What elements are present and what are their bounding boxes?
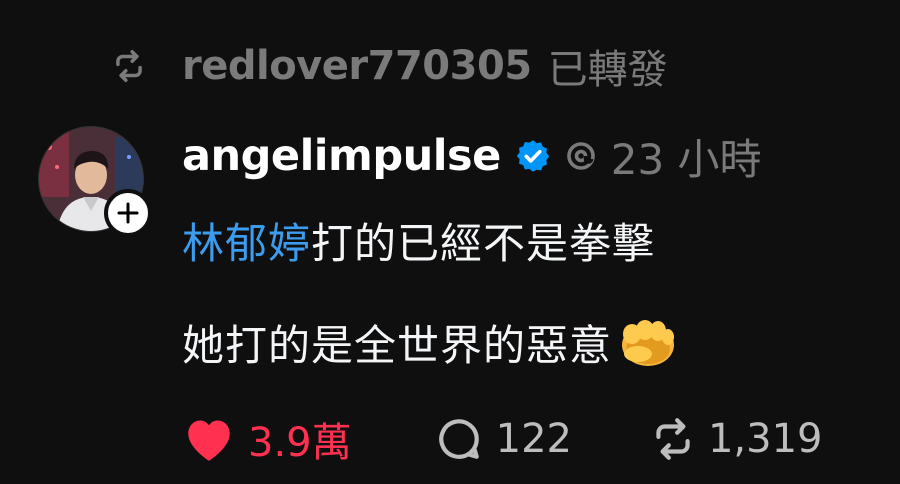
author-username[interactable]: angelimpulse [182, 131, 501, 181]
heart-icon [188, 420, 230, 461]
reply-count: 122 [495, 416, 572, 462]
post-text: 她打的是全世界的惡意 [182, 321, 613, 370]
post-text: 打的已經不是拳擊 [311, 219, 656, 268]
repost-icon [116, 50, 142, 82]
verified-badge-icon [516, 140, 549, 172]
repost-header: redlover770305 已轉發 [110, 38, 668, 94]
mention-link[interactable]: 林郁婷 [182, 219, 311, 268]
repost-count: 1,319 [707, 416, 823, 462]
plus-icon [117, 202, 139, 224]
comment-icon [438, 419, 479, 459]
repost-button[interactable]: 1,319 [648, 414, 823, 464]
fist-emoji-icon [622, 319, 675, 366]
post-timestamp: 23 小時 [610, 134, 762, 184]
post-header: angelimpulse 23 小時 [182, 126, 762, 186]
like-button[interactable]: 3.9萬 [182, 410, 352, 468]
reposter-username[interactable]: redlover770305 [182, 43, 532, 89]
repost-icon [656, 418, 690, 460]
follow-button[interactable] [104, 189, 152, 237]
post-text-line-2: 她打的是全世界的惡意 [182, 312, 676, 373]
post-text-line-1: 林郁婷打的已經不是拳擊 [182, 210, 655, 271]
action-bar: 3.9萬 122 1,319 [182, 412, 823, 466]
repost-label: 已轉發 [547, 47, 668, 93]
like-count: 3.9萬 [248, 420, 352, 466]
threads-icon [566, 142, 595, 170]
reply-button[interactable]: 122 [434, 414, 572, 464]
